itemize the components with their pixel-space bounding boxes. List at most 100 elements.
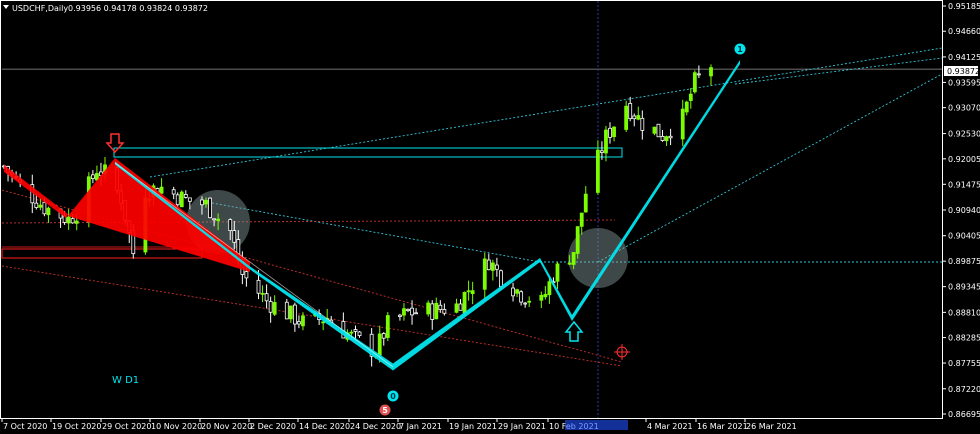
y-tick-label: 0.93595 [948, 78, 980, 87]
candle-body [515, 289, 519, 294]
candle [519, 290, 524, 306]
x-tick-label: 16 Mar 2021 [697, 422, 748, 431]
candle [680, 99, 685, 146]
wave-marker-5: 5 [379, 404, 391, 416]
y-tick-label: 0.95185 [948, 2, 980, 11]
candle-body [228, 219, 233, 231]
candle-body [523, 302, 528, 305]
candle-body [660, 135, 665, 141]
x-range-highlight[interactable] [565, 420, 628, 430]
candle [208, 197, 212, 219]
candle-body [208, 197, 212, 219]
current-price-text: 0.93872 [947, 67, 980, 76]
candle-body [555, 263, 560, 282]
red-zone-rectangle [1, 248, 203, 259]
candle [292, 302, 297, 332]
candle-body [410, 307, 414, 316]
candle-body [353, 329, 358, 332]
candle [527, 296, 532, 307]
wd-label: W D1 [112, 375, 139, 386]
candle [454, 298, 459, 314]
x-tick-label: 26 Mar 2021 [746, 422, 797, 431]
candle-body [583, 193, 588, 213]
up-arrow-icon [564, 320, 584, 342]
y-tick-label: 0.88810 [948, 308, 980, 317]
elliott-wave-segment [250, 266, 393, 371]
elliott-wave-segment [393, 258, 540, 371]
candle-body [668, 135, 673, 139]
candle-body [680, 108, 685, 140]
candle-body [42, 201, 47, 215]
triangle-down-icon[interactable] [3, 5, 9, 9]
candle-body [46, 207, 51, 216]
candle-body [482, 258, 487, 290]
candle-body [183, 194, 188, 198]
candle [30, 174, 35, 214]
y-tick-label: 0.90940 [948, 206, 980, 215]
candle-body [640, 117, 645, 131]
candle-body [66, 216, 71, 224]
candle [624, 100, 629, 132]
candle [357, 331, 362, 338]
candle [159, 178, 164, 195]
candle [490, 259, 495, 281]
candle-body [543, 293, 548, 298]
candle [38, 198, 43, 211]
candle-body [90, 174, 95, 179]
candle [656, 123, 661, 138]
wave-outline [114, 162, 394, 368]
candle [523, 301, 528, 308]
candle-body [264, 293, 269, 302]
candle [575, 226, 580, 259]
y-tick-label: 0.87220 [948, 385, 980, 394]
x-tick-label: 19 Jan 2021 [449, 422, 497, 431]
candle [608, 122, 612, 144]
candle [579, 212, 584, 235]
candle-body [377, 333, 382, 356]
candle-body [604, 129, 608, 154]
wave-marker-0: 0 [387, 390, 399, 402]
candle [515, 288, 519, 298]
candle [494, 257, 499, 277]
x-tick-label: 20 Nov 2020 [201, 422, 252, 431]
price-chart[interactable]: USDCHF,Daily 0.93956 0.94178 0.93824 0.9… [0, 0, 980, 434]
trendline-right-upper [734, 57, 943, 85]
candle [583, 186, 588, 213]
candle [406, 308, 410, 313]
trendline-upper [149, 47, 943, 178]
candle-body [656, 123, 661, 138]
candle-body [171, 189, 176, 195]
target-crosshair-icon [614, 344, 630, 360]
candle [660, 129, 665, 142]
candle-body [200, 199, 204, 206]
candle-body [385, 315, 390, 338]
candle-body [268, 301, 273, 313]
candle [543, 286, 548, 300]
candle-body [664, 136, 669, 142]
candle [297, 315, 301, 329]
y-tick-label: 0.93070 [948, 104, 980, 113]
candle [398, 313, 402, 321]
y-tick-label: 0.94660 [948, 27, 980, 36]
y-tick-label: 0.89875 [948, 257, 980, 266]
ohlc-readout: 0.93956 0.94178 0.93824 0.93872 [68, 4, 208, 13]
y-tick-label: 0.92530 [948, 130, 980, 139]
candle [288, 305, 293, 323]
candle [511, 282, 515, 302]
candle [381, 332, 386, 346]
x-tick-label: 2 Dec 2020 [250, 422, 296, 431]
svg-text:1: 1 [737, 45, 743, 54]
candle-body [511, 287, 515, 297]
y-tick-label: 0.94125 [948, 53, 980, 62]
candle [555, 261, 560, 289]
candle-body [256, 279, 261, 294]
candle-body [466, 290, 471, 293]
trendline-right-lower [597, 73, 943, 263]
candle-body [232, 230, 237, 243]
candle [264, 284, 269, 309]
candle-body [624, 105, 629, 130]
candle [442, 303, 447, 316]
candle-body [632, 115, 637, 120]
candle [179, 190, 184, 208]
candle-body [684, 101, 689, 113]
